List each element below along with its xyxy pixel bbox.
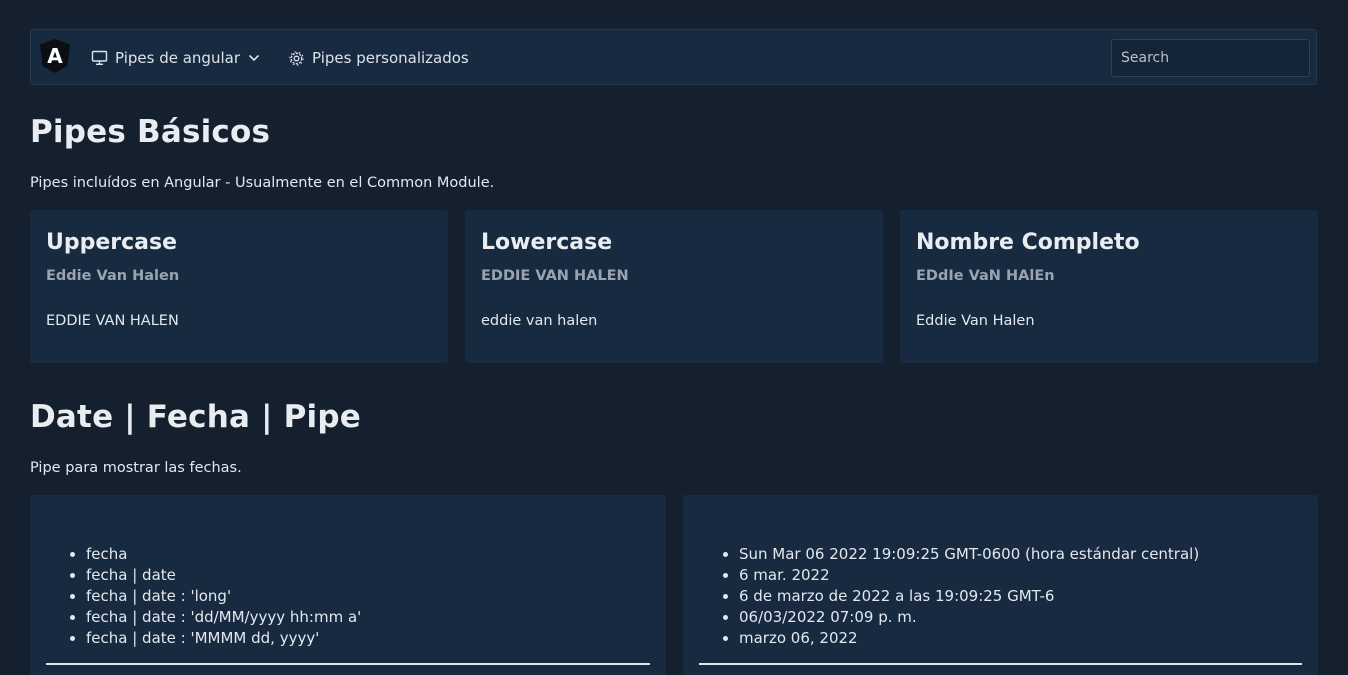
card-subtitle: EDDIE VAN HALEN: [481, 268, 629, 284]
desktop-icon: [91, 50, 108, 66]
chevron-down-icon: [248, 54, 260, 62]
card-result: Eddie Van Halen: [916, 313, 1035, 329]
list-item: marzo 06, 2022: [739, 628, 1199, 649]
list-item: fecha | date : 'dd/MM/yyyy hh:mm a': [86, 607, 361, 628]
card-nombre-completo: Nombre Completo EDdIe VaN HAlEn Eddie Va…: [900, 210, 1318, 363]
card-uppercase: Uppercase Eddie Van Halen EDDIE VAN HALE…: [30, 210, 448, 363]
list-item: fecha: [86, 544, 361, 565]
card-subtitle: EDdIe VaN HAlEn: [916, 268, 1055, 284]
list-item: Sun Mar 06 2022 19:09:25 GMT-0600 (hora …: [739, 544, 1199, 565]
logo-letter: A: [47, 44, 63, 68]
section-description-date-pipe: Pipe para mostrar las fechas.: [30, 460, 242, 476]
card-result: eddie van halen: [481, 313, 598, 329]
list-item: fecha | date : 'long': [86, 586, 361, 607]
section-title-basic-pipes: Pipes Básicos: [30, 114, 271, 150]
divider: [699, 663, 1302, 665]
date-results-list: Sun Mar 06 2022 19:09:25 GMT-0600 (hora …: [699, 544, 1199, 649]
list-item: fecha | date : 'MMMM dd, yyyy': [86, 628, 361, 649]
section-description-basic-pipes: Pipes incluídos en Angular - Usualmente …: [30, 175, 495, 191]
section-title-date-pipe: Date | Fecha | Pipe: [30, 399, 361, 435]
card-title: Uppercase: [46, 230, 178, 255]
card-title: Lowercase: [481, 230, 613, 255]
menu-pipes-de-angular[interactable]: Pipes de angular: [91, 30, 260, 86]
date-expressions-list: fecha fecha | date fecha | date : 'long'…: [46, 544, 361, 649]
angular-logo-icon[interactable]: A: [40, 39, 70, 73]
gear-icon: [289, 50, 304, 66]
card-date-expressions: fecha fecha | date fecha | date : 'long'…: [30, 495, 666, 675]
card-result: EDDIE VAN HALEN: [46, 313, 179, 329]
search-input[interactable]: [1111, 39, 1310, 77]
card-subtitle: Eddie Van Halen: [46, 268, 180, 284]
top-navbar: A Pipes de angular Pipes personalizados: [30, 29, 1317, 85]
card-title: Nombre Completo: [916, 230, 1140, 255]
menu-pipes-label: Pipes de angular: [115, 49, 240, 67]
list-item: fecha | date: [86, 565, 361, 586]
menu-custom-label: Pipes personalizados: [312, 49, 469, 67]
list-item: 6 de marzo de 2022 a las 19:09:25 GMT-6: [739, 586, 1199, 607]
list-item: 06/03/2022 07:09 p. m.: [739, 607, 1199, 628]
list-item: 6 mar. 2022: [739, 565, 1199, 586]
card-lowercase: Lowercase EDDIE VAN HALEN eddie van hale…: [465, 210, 883, 363]
menu-pipes-personalizados[interactable]: Pipes personalizados: [288, 30, 469, 86]
divider: [46, 663, 650, 665]
card-date-results: Sun Mar 06 2022 19:09:25 GMT-0600 (hora …: [683, 495, 1318, 675]
